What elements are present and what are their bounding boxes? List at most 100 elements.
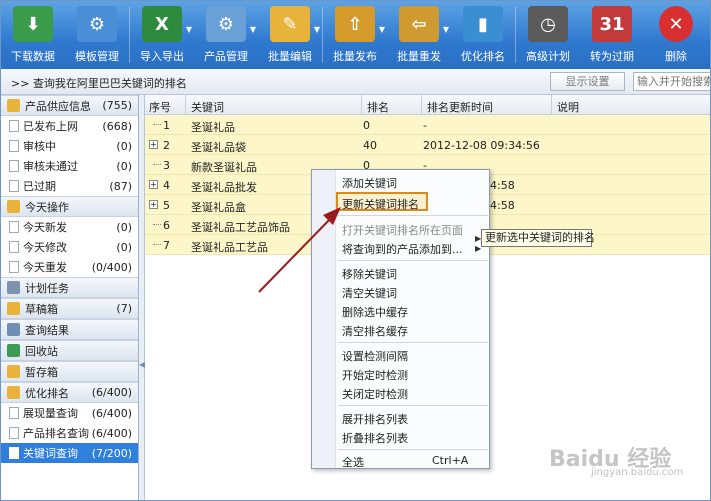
item-count: (0/400) — [91, 260, 132, 274]
sidebar-item-impressions[interactable]: 展现量查询 (6/400) — [1, 403, 138, 423]
batch-publish-button[interactable]: ⇧ 批量发布 ▼ — [323, 1, 387, 69]
product-manage-button[interactable]: ⚙ 产品管理 ▼ — [194, 1, 258, 69]
sidebar-section-recycle[interactable]: 回收站 — [1, 340, 138, 361]
item-count: (7/200) — [91, 446, 132, 460]
menu-item-open-rank-page[interactable]: 打开关键词排名所在页面 — [342, 222, 463, 238]
folder-icon — [7, 365, 20, 378]
sidebar-item-reviewing[interactable]: 审核中 (0) — [1, 136, 138, 156]
menu-separator — [338, 342, 488, 343]
document-icon — [9, 120, 19, 132]
menu-item-expand-list[interactable]: 展开排名列表 — [342, 411, 408, 427]
republish-icon: ⇦ — [399, 6, 439, 42]
menu-item-clear-keywords[interactable]: 清空关键词 — [342, 285, 397, 301]
table-row[interactable]: 1 圣诞礼品 0 - — [145, 115, 710, 135]
calendar-icon — [7, 281, 20, 294]
menu-item-stop-timer[interactable]: 关闭定时检测 — [342, 386, 408, 402]
tooltip: 更新选中关键词的排名 — [481, 229, 595, 247]
header-num[interactable]: 序号 — [149, 99, 171, 115]
header-keyword[interactable]: 关键词 — [191, 99, 224, 115]
download-data-button[interactable]: ⬇ 下载数据 — [1, 1, 65, 69]
sidebar-item-today-new[interactable]: 今天新发 (0) — [1, 217, 138, 237]
chevron-down-icon[interactable]: ▼ — [443, 25, 449, 34]
header-description[interactable]: 说明 — [557, 99, 579, 115]
sidebar-item-today-modified[interactable]: 今天修改 (0) — [1, 237, 138, 257]
batch-republish-button[interactable]: ⇦ 批量重发 ▼ — [387, 1, 451, 69]
tree-line — [153, 224, 161, 225]
menu-item-clear-rank-cache[interactable]: 清空排名缓存 — [342, 323, 408, 339]
sidebar-section-result[interactable]: 查询结果 — [1, 319, 138, 340]
menu-item-select-all[interactable]: 全选 — [342, 454, 364, 470]
cell-num: 3 — [163, 159, 170, 172]
delete-icon: ✕ — [659, 6, 693, 42]
chevron-down-icon[interactable]: ▼ — [379, 25, 385, 34]
chevron-down-icon[interactable]: ▼ — [250, 25, 256, 34]
chevron-down-icon[interactable]: ▼ — [314, 25, 320, 34]
sidebar-item-today-republished[interactable]: 今天重发 (0/400) — [1, 257, 138, 277]
product-icon: ⚙ — [206, 6, 246, 42]
menu-item-start-timer[interactable]: 开始定时检测 — [342, 367, 408, 383]
header-rank[interactable]: 排名 — [367, 99, 389, 115]
chevron-down-icon[interactable]: ▼ — [186, 25, 192, 34]
set-expired-button[interactable]: 31 转为过期 — [580, 1, 644, 69]
item-label: 已过期 — [23, 180, 56, 193]
sidebar-section-draft[interactable]: 草稿箱 (7) — [1, 298, 138, 319]
toolbar-label: 模板管理 — [75, 50, 119, 63]
expand-icon[interactable]: + — [149, 200, 158, 209]
expand-icon[interactable]: + — [149, 140, 158, 149]
menu-item-collapse-list[interactable]: 折叠排名列表 — [342, 430, 408, 446]
search-input[interactable] — [633, 72, 710, 91]
document-icon — [9, 241, 19, 253]
sidebar-item-expired[interactable]: 已过期 (87) — [1, 176, 138, 196]
document-icon — [9, 427, 19, 439]
item-count: (0) — [116, 240, 132, 254]
cell-keyword: 圣诞礼品 — [191, 121, 235, 134]
item-label: 展现量查询 — [23, 407, 78, 420]
sidebar-section-supply[interactable]: 产品供应信息 (755) — [1, 95, 138, 116]
header-divider — [361, 95, 362, 115]
advanced-plan-button[interactable]: ◷ 高级计划 — [516, 1, 580, 69]
template-icon: ⚙ — [77, 6, 117, 42]
menu-item-add-keyword[interactable]: 添加关键词 — [342, 175, 397, 191]
document-icon — [9, 447, 19, 459]
header-update-time[interactable]: 排名更新时间 — [427, 99, 493, 115]
batch-edit-button[interactable]: ✎ 批量编辑 ▼ — [258, 1, 322, 69]
menu-item-add-products-to[interactable]: 将查询到的产品添加到... — [342, 241, 463, 257]
sidebar-item-keyword-query[interactable]: 关键词查询 (7/200) — [1, 443, 138, 463]
item-count: (87) — [109, 179, 132, 193]
menu-item-remove-keyword[interactable]: 移除关键词 — [342, 266, 397, 282]
document-icon — [9, 407, 19, 419]
template-manage-button[interactable]: ⚙ 模板管理 — [65, 1, 129, 69]
baidu-watermark-sub: jingyan.baidu.com — [591, 467, 684, 478]
sidebar-section-optimize[interactable]: 优化排名 (6/400) — [1, 382, 138, 403]
recycle-bin-icon — [7, 344, 20, 357]
menu-item-set-interval[interactable]: 设置检测间隔 — [342, 348, 408, 364]
menu-item-update-rank[interactable]: 更新关键词排名 — [342, 196, 419, 212]
document-icon — [9, 160, 19, 172]
header-divider — [421, 95, 422, 115]
sidebar-section-plan[interactable]: 计划任务 — [1, 277, 138, 298]
section-label: 回收站 — [25, 344, 58, 358]
menu-separator — [338, 260, 488, 261]
menu-item-delete-cache[interactable]: 删除选中缓存 — [342, 304, 408, 320]
toolbar-label: 删除 — [665, 50, 687, 63]
cell-time: 2012-12-08 09:34:56 — [423, 139, 540, 152]
sidebar-item-product-rank[interactable]: 产品排名查询 (6/400) — [1, 423, 138, 443]
tree-line — [153, 164, 161, 165]
rank-icon: ▮ — [463, 6, 503, 42]
toolbar-label: 批量重发 — [397, 50, 441, 63]
toolbar-label: 导入导出 — [140, 50, 184, 63]
delete-button[interactable]: ✕ 删除 — [644, 1, 708, 69]
table-row[interactable]: + 2 圣诞礼品袋 40 2012-12-08 09:34:56 — [145, 135, 710, 155]
sidebar-item-published[interactable]: 已发布上网 (668) — [1, 116, 138, 136]
sidebar-item-rejected[interactable]: 审核未通过 (0) — [1, 156, 138, 176]
optimize-rank-button[interactable]: ▮ 优化排名 — [451, 1, 515, 69]
tree-line — [153, 244, 161, 245]
sidebar-section-archive[interactable]: 暂存箱 — [1, 361, 138, 382]
display-settings-button[interactable]: 显示设置 — [550, 72, 625, 91]
expand-icon[interactable]: + — [149, 180, 158, 189]
sidebar-section-today[interactable]: 今天操作 — [1, 196, 138, 217]
import-export-button[interactable]: X 导入导出 ▼ — [130, 1, 194, 69]
tree-line — [153, 124, 161, 125]
cell-keyword: 圣诞礼品工艺品饰品 — [191, 221, 290, 234]
cell-num: 4 — [163, 179, 170, 192]
